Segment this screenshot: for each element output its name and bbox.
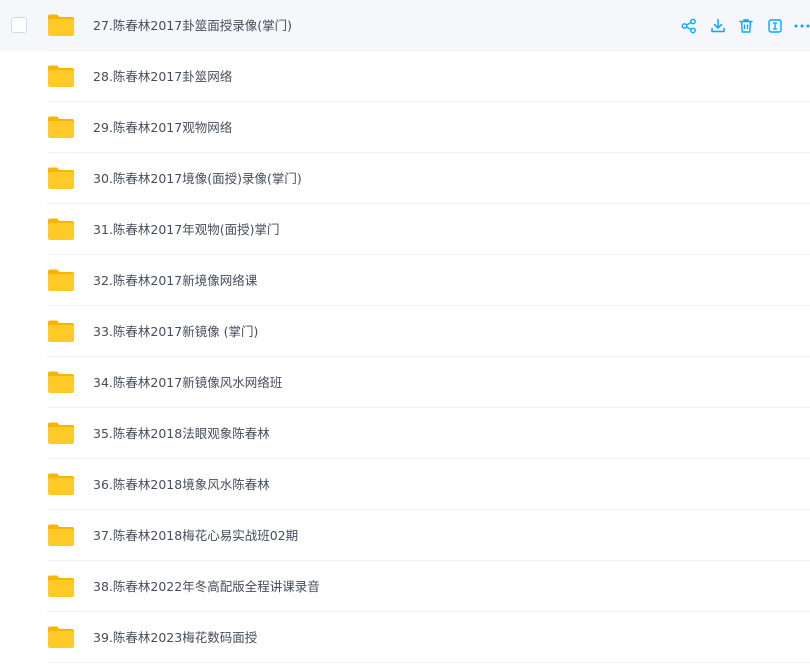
file-name[interactable]: 39.陈春林2023梅花数码面授 [93,612,257,663]
file-row[interactable]: 32.陈春林2017新境像网络课 [0,255,810,306]
file-name[interactable]: 32.陈春林2017新境像网络课 [93,255,257,306]
file-name[interactable]: 34.陈春林2017新镜像风水网络班 [93,357,282,408]
file-name[interactable]: 35.陈春林2018法眼观象陈春林 [93,408,270,459]
file-row[interactable]: 29.陈春林2017观物网络 [0,102,810,153]
file-name[interactable]: 27.陈春林2017卦筮面授录像(掌门) [93,0,292,51]
file-row[interactable]: 30.陈春林2017境像(面授)录像(掌门) [0,153,810,204]
file-name[interactable]: 38.陈春林2022年冬高配版全程讲课录音 [93,561,320,612]
folder-icon [47,625,75,649]
folder-icon [47,13,75,37]
select-checkbox[interactable] [11,17,27,33]
file-name[interactable]: 29.陈春林2017观物网络 [93,102,232,153]
file-row[interactable]: 33.陈春林2017新镜像 (掌门) [0,306,810,357]
folder-icon [47,217,75,241]
file-name[interactable]: 33.陈春林2017新镜像 (掌门) [93,306,258,357]
folder-icon [47,115,75,139]
folder-icon [47,64,75,88]
file-row[interactable]: 36.陈春林2018境象风水陈春林 [0,459,810,510]
rename-icon[interactable] [766,17,784,35]
folder-icon [47,268,75,292]
folder-icon [47,166,75,190]
folder-icon [47,421,75,445]
file-name[interactable]: 28.陈春林2017卦筮网络 [93,51,232,102]
share-icon[interactable] [680,17,698,35]
folder-icon [47,523,75,547]
file-list: 27.陈春林2017卦筮面授录像(掌门) 28.陈春林2017卦筮网络 29.陈春林… [0,0,810,671]
more-icon[interactable] [793,17,810,35]
delete-icon[interactable] [737,17,755,35]
folder-icon [47,319,75,343]
file-name[interactable]: 37.陈春林2018梅花心易实战班02期 [93,510,298,561]
file-name[interactable]: 30.陈春林2017境像(面授)录像(掌门) [93,153,302,204]
file-name[interactable]: 36.陈春林2018境象风水陈春林 [93,459,270,510]
row-divider [47,662,810,663]
file-name[interactable]: 31.陈春林2017年观物(面授)掌门 [93,204,279,255]
folder-icon [47,574,75,598]
file-row[interactable]: 37.陈春林2018梅花心易实战班02期 [0,510,810,561]
file-row[interactable]: 38.陈春林2022年冬高配版全程讲课录音 [0,561,810,612]
file-row[interactable]: 27.陈春林2017卦筮面授录像(掌门) [0,0,810,51]
folder-icon [47,370,75,394]
file-row[interactable]: 34.陈春林2017新镜像风水网络班 [0,357,810,408]
file-row[interactable]: 35.陈春林2018法眼观象陈春林 [0,408,810,459]
file-row[interactable]: 31.陈春林2017年观物(面授)掌门 [0,204,810,255]
file-row[interactable]: 39.陈春林2023梅花数码面授 [0,612,810,663]
download-icon[interactable] [709,17,727,35]
file-row[interactable]: 28.陈春林2017卦筮网络 [0,51,810,102]
folder-icon [47,472,75,496]
